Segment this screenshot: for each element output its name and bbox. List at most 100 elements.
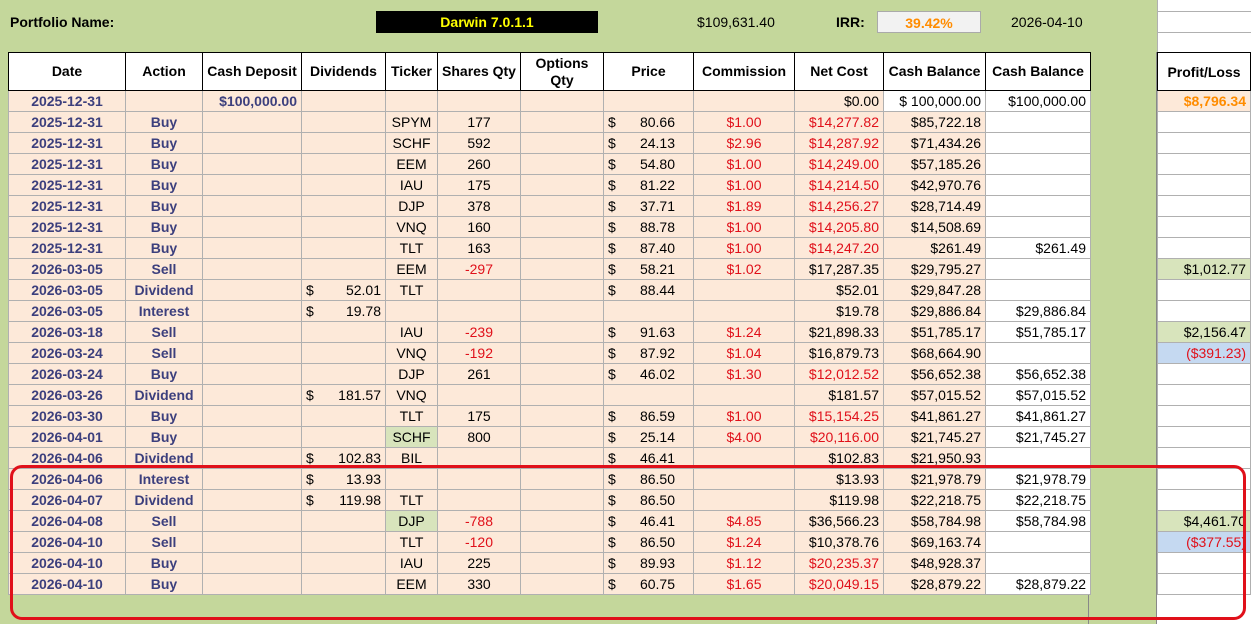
date-cell[interactable]: 2026-04-10 — [8, 552, 126, 574]
date-cell[interactable]: 2025-12-31 — [8, 132, 126, 154]
empty-cell[interactable] — [1157, 12, 1251, 33]
table-row[interactable]: 2025-12-31 Buy SPYM 177 $80.66 $1.00 $14,277.8… — [8, 111, 1091, 133]
cash-balance-cell[interactable]: $29,886.84 — [883, 300, 986, 322]
cash-balance-cell[interactable]: $28,714.49 — [883, 195, 986, 217]
profit-loss-cell[interactable] — [1157, 132, 1251, 154]
options-cell[interactable] — [520, 426, 604, 448]
cash-balance-2-cell[interactable]: $29,886.84 — [985, 300, 1091, 322]
ticker-cell[interactable]: TLT — [385, 405, 438, 427]
ticker-cell[interactable]: VNQ — [385, 342, 438, 364]
shares-cell[interactable] — [437, 384, 521, 406]
dividends-cell[interactable] — [301, 426, 386, 448]
action-cell[interactable]: Buy — [125, 237, 203, 259]
date-cell[interactable]: 2025-12-31 — [8, 111, 126, 133]
shares-cell[interactable] — [437, 447, 521, 469]
cash-deposit-cell[interactable] — [202, 510, 302, 532]
irr-value-cell[interactable]: 39.42% — [877, 11, 981, 33]
ticker-cell[interactable]: SPYM — [385, 111, 438, 133]
dividends-cell[interactable] — [301, 342, 386, 364]
ticker-cell[interactable] — [385, 300, 438, 322]
cash-balance-2-cell[interactable]: $22,218.75 — [985, 489, 1091, 511]
cash-balance-2-cell[interactable] — [985, 531, 1091, 553]
net-cost-cell[interactable]: $20,049.15 — [794, 573, 884, 595]
ticker-cell[interactable]: TLT — [385, 531, 438, 553]
date-cell[interactable]: 2026-03-05 — [8, 258, 126, 280]
col-action[interactable]: Action — [125, 52, 203, 91]
col-shares[interactable]: Shares Qty — [437, 52, 521, 91]
options-cell[interactable] — [520, 405, 604, 427]
action-cell[interactable]: Dividend — [125, 384, 203, 406]
commission-cell[interactable]: $1.04 — [693, 342, 795, 364]
shares-cell[interactable]: 260 — [437, 153, 521, 175]
cash-balance-2-cell[interactable]: $21,745.27 — [985, 426, 1091, 448]
profit-loss-cell[interactable] — [1157, 489, 1251, 511]
date-cell[interactable]: 2026-04-07 — [8, 489, 126, 511]
dividends-cell[interactable] — [301, 573, 386, 595]
price-cell[interactable]: $86.50 — [603, 531, 694, 553]
profit-loss-cell[interactable] — [1157, 174, 1251, 196]
price-cell[interactable]: $86.59 — [603, 405, 694, 427]
cash-balance-cell[interactable]: $51,785.17 — [883, 321, 986, 343]
price-cell[interactable]: $54.80 — [603, 153, 694, 175]
ticker-cell[interactable]: IAU — [385, 321, 438, 343]
profit-loss-cell[interactable] — [1157, 195, 1251, 217]
shares-cell[interactable]: 592 — [437, 132, 521, 154]
ticker-cell[interactable]: EEM — [385, 258, 438, 280]
commission-cell[interactable]: $1.02 — [693, 258, 795, 280]
price-cell[interactable]: $46.02 — [603, 363, 694, 385]
options-cell[interactable] — [520, 489, 604, 511]
options-cell[interactable] — [520, 90, 604, 112]
empty-cell[interactable] — [1157, 33, 1251, 53]
net-cost-cell[interactable]: $12,012.52 — [794, 363, 884, 385]
commission-cell[interactable]: $4.00 — [693, 426, 795, 448]
price-cell[interactable]: $46.41 — [603, 447, 694, 469]
cash-deposit-cell[interactable] — [202, 153, 302, 175]
date-cell[interactable]: 2026-04-01 — [8, 426, 126, 448]
table-row[interactable]: 2025-12-31 Buy SCHF 592 $24.13 $2.96 $14,287.9… — [8, 132, 1091, 154]
action-cell[interactable]: Buy — [125, 195, 203, 217]
options-cell[interactable] — [520, 321, 604, 343]
date-cell[interactable]: 2026-03-24 — [8, 342, 126, 364]
dividends-cell[interactable] — [301, 153, 386, 175]
dividends-cell[interactable]: $52.01 — [301, 279, 386, 301]
options-cell[interactable] — [520, 573, 604, 595]
cash-deposit-cell[interactable] — [202, 342, 302, 364]
date-cell[interactable]: 2026-04-10 — [8, 531, 126, 553]
cash-balance-cell[interactable]: $85,722.18 — [883, 111, 986, 133]
commission-cell[interactable]: $1.24 — [693, 321, 795, 343]
date-cell[interactable]: 2026-04-06 — [8, 468, 126, 490]
options-cell[interactable] — [520, 279, 604, 301]
cash-balance-2-cell[interactable]: $57,015.52 — [985, 384, 1091, 406]
cash-balance-2-cell[interactable]: $21,978.79 — [985, 468, 1091, 490]
cash-deposit-cell[interactable]: $100,000.00 — [202, 90, 302, 112]
ticker-cell[interactable]: DJP — [385, 195, 438, 217]
dividends-cell[interactable] — [301, 216, 386, 238]
table-row[interactable]: 2026-04-10 Buy IAU 225 $89.93 $1.12 $20,235.37… — [8, 552, 1091, 574]
action-cell[interactable]: Buy — [125, 552, 203, 574]
price-cell[interactable]: $58.21 — [603, 258, 694, 280]
profit-loss-cell[interactable] — [1157, 405, 1251, 427]
profit-loss-cell[interactable]: $4,461.70 — [1157, 510, 1251, 532]
options-cell[interactable] — [520, 342, 604, 364]
cash-balance-2-cell[interactable] — [985, 174, 1091, 196]
net-cost-cell[interactable]: $14,214.50 — [794, 174, 884, 196]
shares-cell[interactable]: 160 — [437, 216, 521, 238]
options-cell[interactable] — [520, 552, 604, 574]
net-cost-cell[interactable]: $14,256.27 — [794, 195, 884, 217]
table-row[interactable]: 2026-04-01 Buy SCHF 800 $25.14 $4.00 $20,116.0… — [8, 426, 1091, 448]
dividends-cell[interactable] — [301, 321, 386, 343]
cash-deposit-cell[interactable] — [202, 384, 302, 406]
cash-deposit-cell[interactable] — [202, 111, 302, 133]
cash-balance-cell[interactable]: $29,795.27 — [883, 258, 986, 280]
table-row[interactable]: 2026-04-10 Buy EEM 330 $60.75 $1.65 $20,049.15… — [8, 573, 1091, 595]
table-row[interactable]: 2025-12-31 Buy EEM 260 $54.80 $1.00 $14,249.00… — [8, 153, 1091, 175]
commission-cell[interactable]: $1.65 — [693, 573, 795, 595]
cash-deposit-cell[interactable] — [202, 237, 302, 259]
col-cash-deposit[interactable]: Cash Deposit — [202, 52, 302, 91]
date-cell[interactable]: 2025-12-31 — [8, 237, 126, 259]
ticker-cell[interactable]: SCHF — [385, 132, 438, 154]
action-cell[interactable]: Interest — [125, 468, 203, 490]
action-cell[interactable]: Dividend — [125, 279, 203, 301]
cash-balance-2-cell[interactable]: $41,861.27 — [985, 405, 1091, 427]
cash-balance-cell[interactable]: $56,652.38 — [883, 363, 986, 385]
